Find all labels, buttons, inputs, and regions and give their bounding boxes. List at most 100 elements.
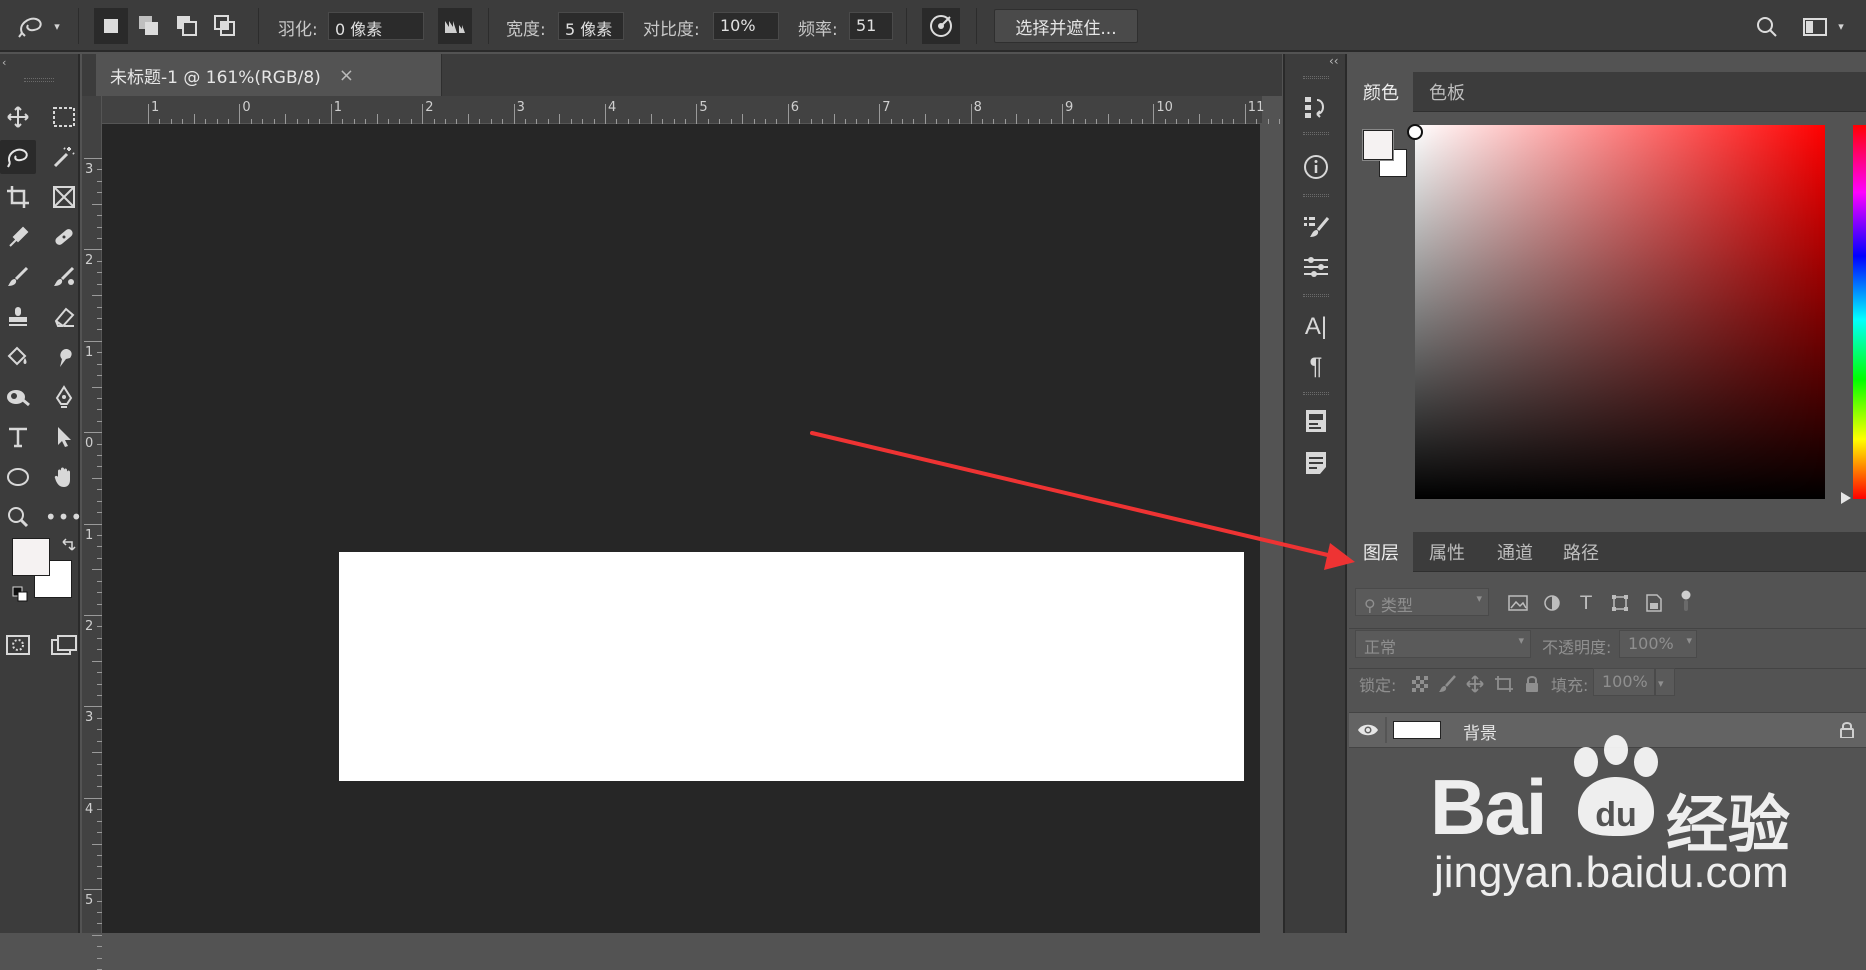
character-icon[interactable]: A|: [1299, 310, 1333, 344]
lock-all-icon[interactable]: [1523, 675, 1541, 693]
tab-properties[interactable]: 属性: [1415, 532, 1479, 572]
opacity-input[interactable]: 100% ▾: [1619, 630, 1697, 658]
brush-icon[interactable]: [0, 260, 36, 294]
panel-foreground-swatch[interactable]: [1363, 130, 1393, 160]
tab-layers[interactable]: 图层: [1349, 532, 1413, 572]
adjustments-icon[interactable]: [1299, 250, 1333, 284]
new-selection-icon[interactable]: [94, 8, 128, 44]
layer-row[interactable]: 背景: [1349, 712, 1866, 748]
tab-channels[interactable]: 通道: [1483, 532, 1547, 572]
feather-input[interactable]: 0 像素: [328, 12, 424, 40]
crop-icon[interactable]: [0, 180, 36, 214]
magnetic-lasso-icon[interactable]: [0, 140, 36, 174]
paint-bucket-icon[interactable]: [0, 340, 36, 374]
width-input[interactable]: 5 像素: [558, 12, 624, 40]
workspace-icon[interactable]: [1798, 12, 1832, 42]
ruler-minor-tick: [650, 114, 652, 124]
history-icon[interactable]: [1299, 90, 1333, 124]
add-to-selection-icon[interactable]: [132, 8, 166, 44]
dodge-icon[interactable]: [0, 380, 36, 414]
ellipse-icon[interactable]: [0, 460, 36, 494]
pen-icon[interactable]: [46, 380, 82, 414]
magic-wand-icon[interactable]: [46, 140, 82, 174]
blend-mode-select[interactable]: 正常 ▾: [1355, 630, 1531, 658]
pressure-pen-icon[interactable]: [922, 8, 960, 44]
smudge-icon[interactable]: [46, 340, 82, 374]
width-label: 宽度:: [506, 20, 546, 40]
libraries-icon[interactable]: [1299, 404, 1333, 438]
foreground-color-swatch[interactable]: [12, 538, 50, 576]
filter-shape-icon[interactable]: [1607, 590, 1633, 616]
lock-artboard-icon[interactable]: [1493, 675, 1515, 693]
chevron-down-icon[interactable]: ▾: [50, 18, 64, 34]
lock-icon[interactable]: [1839, 721, 1855, 739]
frequency-label: 频率:: [798, 20, 838, 40]
filter-adjustment-icon[interactable]: [1539, 590, 1565, 616]
filter-smart-object-icon[interactable]: [1641, 590, 1667, 616]
eyedropper-icon[interactable]: [0, 220, 36, 254]
mixer-brush-icon[interactable]: [46, 260, 82, 294]
quick-mask-icon[interactable]: [0, 628, 36, 662]
type-icon[interactable]: [0, 420, 36, 454]
ruler-label: 3: [85, 162, 94, 177]
width-detection-icon[interactable]: [438, 8, 472, 44]
ruler-tick: [84, 706, 102, 708]
select-and-mask-button[interactable]: 选择并遮住...: [994, 9, 1138, 43]
fill-input[interactable]: 100%: [1593, 668, 1655, 696]
filter-toggle-icon[interactable]: [1681, 590, 1691, 612]
document-canvas[interactable]: [339, 552, 1244, 781]
collapse-toolbar-icon[interactable]: ‹: [2, 56, 6, 69]
search-icon[interactable]: [1752, 12, 1782, 42]
path-select-icon[interactable]: [46, 420, 82, 454]
frame-icon[interactable]: [46, 180, 82, 214]
move-icon[interactable]: [0, 100, 36, 134]
color-picker-handle[interactable]: [1407, 124, 1423, 140]
workspace-chevron-icon[interactable]: ▾: [1834, 18, 1848, 34]
intersect-selection-icon[interactable]: [208, 8, 242, 44]
eraser-icon[interactable]: [46, 300, 82, 334]
brush-settings-icon[interactable]: [1299, 210, 1333, 244]
lock-transparent-icon[interactable]: [1411, 675, 1429, 693]
contrast-input[interactable]: 10%: [713, 12, 779, 40]
lock-position-icon[interactable]: [1465, 675, 1485, 693]
default-colors-icon[interactable]: [12, 586, 28, 602]
ruler-minor-tick: [1279, 119, 1281, 124]
more-tools-icon[interactable]: •••: [45, 500, 82, 534]
notes-icon[interactable]: [1299, 446, 1333, 480]
hand-icon[interactable]: [46, 460, 82, 494]
info-icon[interactable]: [1299, 150, 1333, 184]
frequency-input[interactable]: 51: [849, 12, 893, 40]
lock-pixels-icon[interactable]: [1437, 675, 1457, 693]
ruler-tick: [84, 158, 102, 159]
ruler-tick: [1062, 104, 1063, 124]
tab-swatches[interactable]: 色板: [1415, 72, 1479, 112]
chevron-down-icon: ▾: [1476, 592, 1482, 605]
layer-filter-select[interactable]: ⚲ 类型 ▾: [1355, 588, 1489, 616]
marquee-icon[interactable]: [46, 100, 82, 134]
collapse-dock-icon[interactable]: ‹‹: [1329, 54, 1339, 68]
close-icon[interactable]: ×: [339, 65, 354, 86]
horizontal-ruler[interactable]: 1 0 1 2 3 4 5 6 7 8 9 10 11: [100, 96, 1326, 124]
document-tab[interactable]: 未标题-1 @ 161%(RGB/8) ×: [96, 54, 442, 96]
eye-icon[interactable]: [1357, 719, 1379, 741]
paragraph-icon[interactable]: ¶: [1299, 350, 1333, 384]
ruler-tick: [84, 432, 102, 434]
vertical-ruler[interactable]: 3 2 1 0 1 2 3 4 5: [82, 96, 102, 970]
zoom-icon[interactable]: [0, 500, 36, 534]
screen-mode-icon[interactable]: [46, 628, 82, 662]
canvas-area[interactable]: [102, 124, 1260, 933]
layer-name[interactable]: 背景: [1463, 719, 1497, 744]
filter-pixel-icon[interactable]: [1505, 590, 1531, 616]
subtract-from-selection-icon[interactable]: [170, 8, 204, 44]
fill-dropdown[interactable]: ▾: [1655, 668, 1675, 696]
healing-brush-icon[interactable]: [46, 220, 82, 254]
filter-type-icon[interactable]: T: [1573, 590, 1599, 616]
hue-slider[interactable]: [1853, 125, 1866, 499]
tab-color[interactable]: 颜色: [1349, 72, 1413, 112]
swap-colors-icon[interactable]: [60, 538, 76, 554]
saturation-value-field[interactable]: [1415, 125, 1825, 499]
hue-slider-handle[interactable]: [1841, 492, 1851, 504]
magnetic-lasso-tool-preset-icon[interactable]: [14, 10, 48, 42]
clone-stamp-icon[interactable]: [0, 300, 36, 334]
tab-paths[interactable]: 路径: [1549, 532, 1613, 572]
